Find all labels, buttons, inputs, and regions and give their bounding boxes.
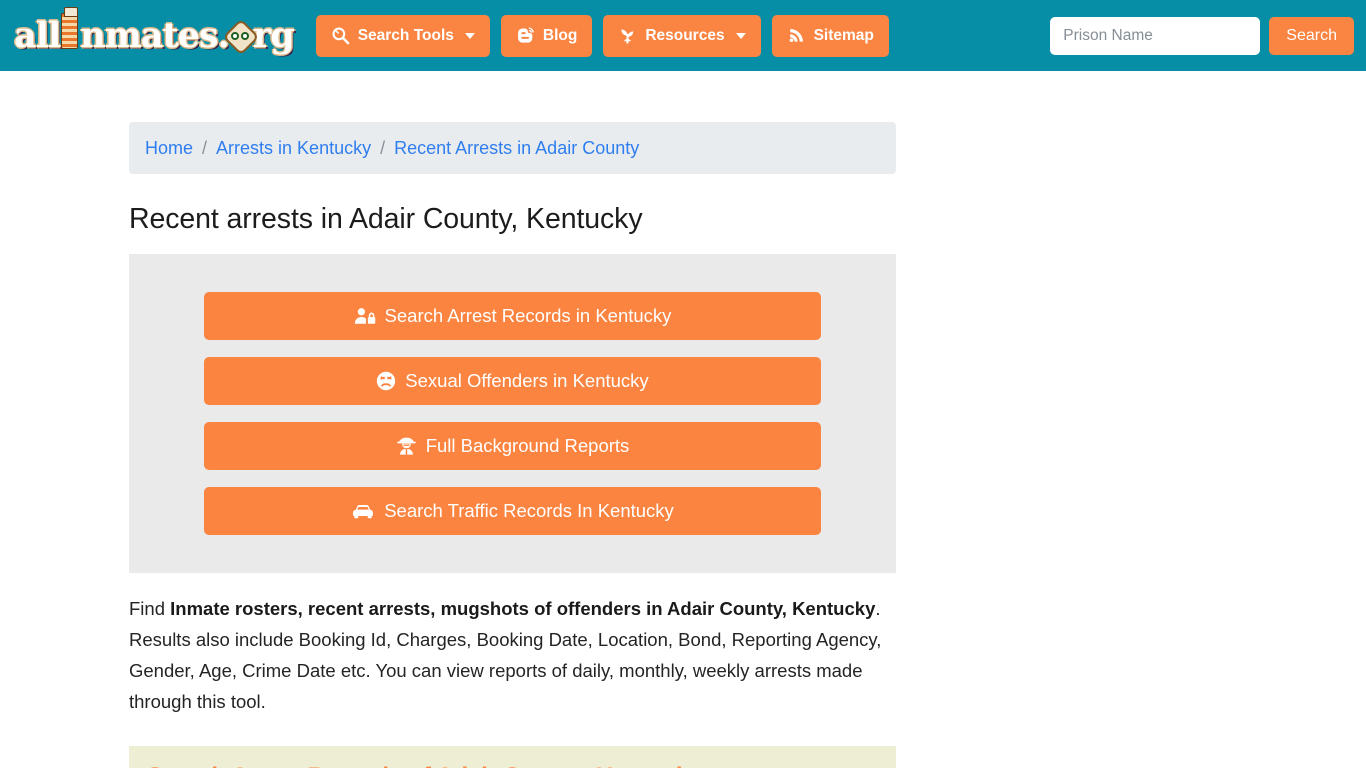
search-icon	[331, 26, 350, 45]
search-arrest-records-button[interactable]: Search Arrest Records in Kentucky	[204, 292, 821, 340]
nav-blog-label: Blog	[542, 26, 578, 44]
breadcrumb-item-recent-arrests-adair[interactable]: Recent Arrests in Adair County	[394, 138, 639, 159]
page-body: Home / Arrests in Kentucky / Recent Arre…	[0, 122, 1366, 768]
car-icon	[351, 502, 375, 520]
search-arrest-records-label: Search Arrest Records in Kentucky	[384, 304, 672, 326]
seedling-icon	[618, 26, 637, 45]
section-heading: Search Arrest Records of Adair County, K…	[147, 762, 878, 768]
nav-search-tools-button[interactable]: Search Tools	[315, 14, 490, 57]
sexual-offenders-button[interactable]: Sexual Offenders in Kentucky	[204, 357, 821, 405]
nav-sitemap-button[interactable]: Sitemap	[771, 14, 889, 57]
nav-search-tools-label: Search Tools	[357, 26, 454, 44]
logo-letters-nmates: nmates.	[80, 15, 229, 56]
intro-bold: Inmate rosters, recent arrests, mugshots…	[170, 598, 876, 619]
intro-paragraph: Find Inmate rosters, recent arrests, mug…	[129, 593, 889, 717]
frown-face-icon	[376, 371, 396, 391]
full-background-reports-label: Full Background Reports	[425, 434, 630, 456]
breadcrumb-separator: /	[202, 137, 208, 158]
search-records-banner: Search Arrest Records of Adair County, K…	[129, 746, 896, 768]
action-buttons-panel: Search Arrest Records in Kentucky Sexual…	[129, 254, 896, 573]
nav-resources-label: Resources	[645, 26, 725, 44]
logo-letters-rg: rg	[252, 15, 295, 56]
nav-blog-button[interactable]: Blog	[500, 14, 593, 57]
page-title: Recent arrests in Adair County, Kentucky	[129, 203, 643, 235]
logo-letter-a: a	[14, 15, 37, 56]
nav-sitemap-label: Sitemap	[813, 26, 874, 44]
logo-letters-ll: ll	[35, 15, 62, 56]
user-secret-icon	[396, 436, 417, 456]
rss-icon	[787, 26, 806, 45]
header-search-button[interactable]: Search	[1269, 16, 1354, 55]
primary-nav: Search Tools Blog Resources Sitemap	[315, 14, 889, 57]
breadcrumb-item-arrests-in-kentucky[interactable]: Arrests in Kentucky	[216, 138, 371, 159]
search-traffic-records-label: Search Traffic Records In Kentucky	[384, 499, 674, 521]
sexual-offenders-label: Sexual Offenders in Kentucky	[405, 369, 649, 391]
nav-resources-button[interactable]: Resources	[603, 14, 761, 57]
blogger-icon	[516, 26, 535, 45]
logo-skull-orb-icon	[222, 18, 260, 56]
search-traffic-records-button[interactable]: Search Traffic Records In Kentucky	[204, 487, 821, 535]
logo-wordmark: all nmates. rg	[14, 7, 295, 56]
header-search-form: Search	[1050, 16, 1354, 55]
chevron-down-icon	[464, 32, 475, 39]
breadcrumb: Home / Arrests in Kentucky / Recent Arre…	[129, 122, 896, 174]
site-logo[interactable]: all nmates. rg	[14, 7, 295, 58]
full-background-reports-button[interactable]: Full Background Reports	[204, 422, 821, 470]
chevron-down-icon	[735, 32, 746, 39]
site-header: all nmates. rg Search Tools Blog Resourc…	[0, 0, 1366, 71]
intro-lead: Find	[129, 598, 171, 619]
prison-name-search-input[interactable]	[1050, 16, 1261, 55]
breadcrumb-separator: /	[380, 137, 386, 158]
breadcrumb-item-home[interactable]: Home	[145, 138, 193, 159]
user-lock-icon	[354, 307, 376, 325]
